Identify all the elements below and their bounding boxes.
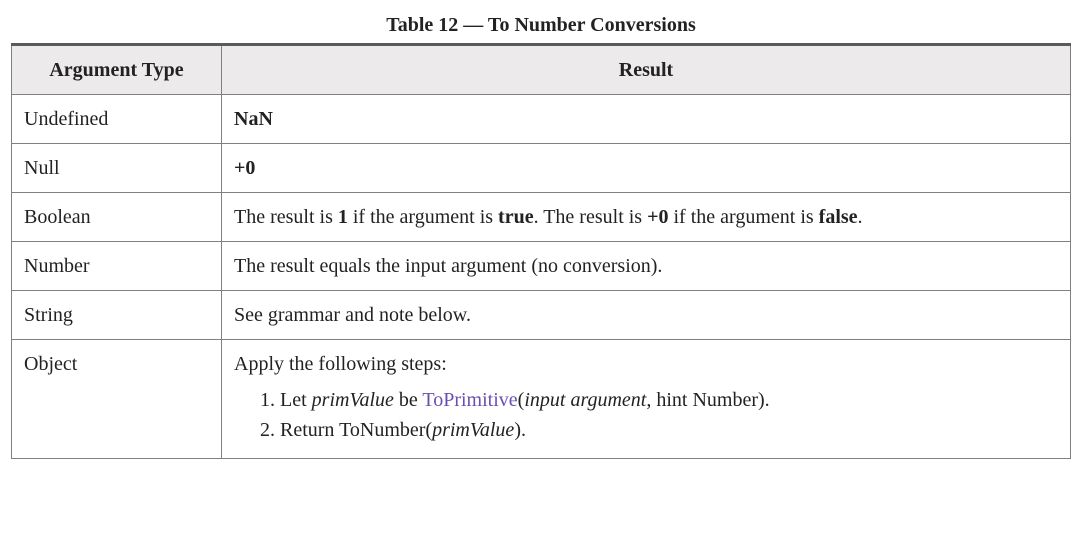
text: , hint Number).	[646, 389, 769, 411]
table-row: Object Apply the following steps: Let pr…	[12, 340, 1071, 459]
table-row: Boolean The result is 1 if the argument …	[12, 193, 1071, 242]
header-row: Argument Type Result	[12, 45, 1071, 95]
toprimitive-link[interactable]: ToPrimitive	[422, 389, 517, 411]
text: if the argument is	[669, 206, 819, 228]
one-value: 1	[338, 206, 348, 228]
nan-value: NaN	[234, 108, 273, 130]
table-caption: Table 12 — To Number Conversions	[10, 14, 1072, 37]
list-item: Let primValue be ToPrimitive(input argum…	[280, 386, 1058, 414]
cell-result: Apply the following steps: Let primValue…	[222, 340, 1071, 459]
cell-result: +0	[222, 144, 1071, 193]
primvalue-var: primValue	[312, 389, 394, 411]
cell-type: Number	[12, 242, 222, 291]
cell-result: The result is 1 if the argument is true.…	[222, 193, 1071, 242]
conversion-table: Argument Type Result Undefined NaN Null …	[11, 43, 1071, 459]
object-intro: Apply the following steps:	[234, 350, 1058, 378]
input-argument-var: input argument	[524, 389, 646, 411]
true-value: true	[498, 206, 534, 228]
cell-type: Boolean	[12, 193, 222, 242]
cell-result: NaN	[222, 95, 1071, 144]
text: if the argument is	[348, 206, 498, 228]
cell-result: The result equals the input argument (no…	[222, 242, 1071, 291]
table-row: Null +0	[12, 144, 1071, 193]
text: be	[394, 389, 423, 411]
table-row: String See grammar and note below.	[12, 291, 1071, 340]
list-item: Return ToNumber(primValue).	[280, 416, 1058, 444]
primvalue-var: primValue	[432, 419, 514, 441]
header-result: Result	[222, 45, 1071, 95]
text: . The result is	[534, 206, 648, 228]
text: ).	[514, 419, 526, 441]
table-row: Undefined NaN	[12, 95, 1071, 144]
table-row: Number The result equals the input argum…	[12, 242, 1071, 291]
false-value: false	[819, 206, 858, 228]
cell-type: Undefined	[12, 95, 222, 144]
cell-type: Null	[12, 144, 222, 193]
text: Return ToNumber(	[280, 419, 432, 441]
object-steps: Let primValue be ToPrimitive(input argum…	[262, 386, 1058, 444]
cell-type: String	[12, 291, 222, 340]
text: Let	[280, 389, 312, 411]
zero-value: +0	[647, 206, 668, 228]
cell-result: See grammar and note below.	[222, 291, 1071, 340]
text: .	[858, 206, 863, 228]
header-argument-type: Argument Type	[12, 45, 222, 95]
zero-value: +0	[234, 157, 255, 179]
text: The result is	[234, 206, 338, 228]
cell-type: Object	[12, 340, 222, 459]
